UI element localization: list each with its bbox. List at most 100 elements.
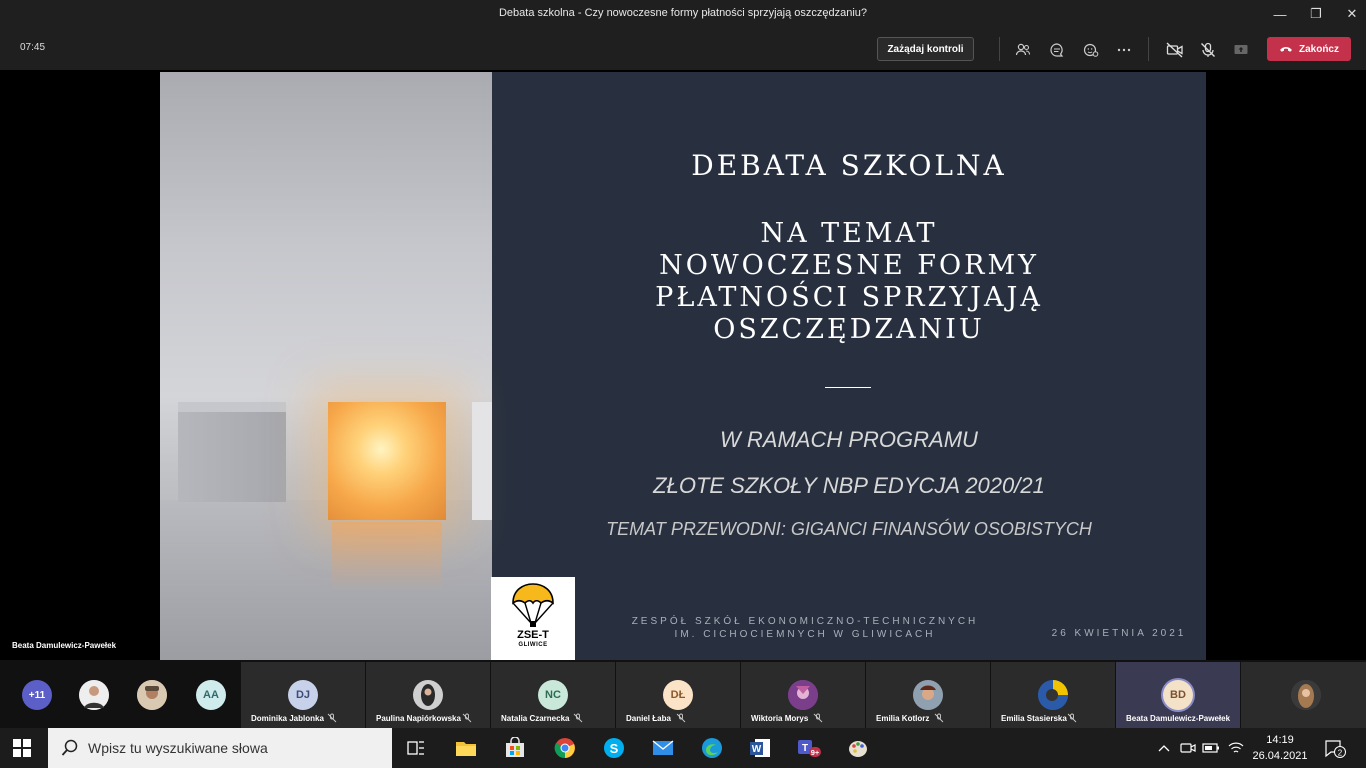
windows-start-icon[interactable] [13, 739, 31, 757]
reactions-icon[interactable] [1081, 40, 1101, 60]
phone-hangup-icon [1279, 47, 1292, 52]
mic-muted-icon [1067, 713, 1077, 723]
participants-icon[interactable] [1013, 40, 1033, 60]
slide-date: 26 KWIETNIA 2021 [1051, 628, 1187, 639]
participant-avatar [1291, 680, 1321, 710]
self-video-tile[interactable] [1241, 662, 1366, 728]
chrome-icon[interactable] [553, 736, 577, 760]
slide-title: DEBATA SZKOLNA [691, 149, 1007, 182]
minimize-button[interactable]: — [1266, 0, 1294, 28]
presentation-slide: ZSE-T GLIWICE DEBATA SZKOLNA NA TEMAT NO… [160, 72, 1206, 660]
parachute-icon [512, 583, 554, 627]
theme-line: TEMAT PRZEWODNI: GIGANCI FINANSÓW OSOBIS… [606, 519, 1092, 539]
mic-off-icon[interactable] [1198, 40, 1218, 60]
maximize-button[interactable]: ❐ [1302, 0, 1330, 28]
more-participants-badge[interactable]: +11 [22, 680, 52, 710]
participant-avatar[interactable] [137, 680, 167, 710]
edge-icon[interactable] [700, 736, 724, 760]
participant-name: Beata Damulewicz-Pawełek [1126, 714, 1231, 723]
windows-taskbar: Wpisz tu wyszukiwane słowa S W T 9+ 14:1… [0, 728, 1366, 768]
taskbar-search-box[interactable]: Wpisz tu wyszukiwane słowa [48, 728, 392, 768]
mic-muted-icon [813, 713, 823, 723]
mic-muted-icon [327, 713, 337, 723]
participant-tile[interactable]: Emilia Kotlorz [866, 662, 990, 728]
participant-tile-active[interactable]: BD Beata Damulewicz-Pawełek [1116, 662, 1240, 728]
topic-line: NA TEMAT [760, 218, 938, 249]
close-button[interactable]: ✕ [1338, 0, 1366, 28]
presenter-name: Beata Damulewicz-Pawełek [12, 641, 117, 650]
svg-text:W: W [752, 744, 762, 755]
word-icon[interactable]: W [748, 736, 772, 760]
participant-name: Emilia Stasierska [1001, 714, 1067, 723]
svg-text:T: T [802, 743, 808, 754]
toolbar-divider [999, 37, 1000, 61]
slide-divider [825, 387, 871, 388]
participant-avatar [913, 680, 943, 710]
window-title: Debata szkolna - Czy nowoczesne formy pł… [498, 7, 868, 19]
mail-icon[interactable] [651, 736, 675, 760]
school-logo: ZSE-T GLIWICE [491, 577, 575, 660]
topic-line: NOWOCZESNE FORMY [659, 250, 1039, 281]
mic-muted-icon [934, 713, 944, 723]
clock-date: 26.04.2021 [1252, 750, 1308, 762]
paint-icon[interactable] [846, 736, 870, 760]
shared-content-stage: ZSE-T GLIWICE DEBATA SZKOLNA NA TEMAT NO… [0, 70, 1366, 660]
teams-badge: 9+ [811, 748, 820, 757]
camera-off-icon[interactable] [1165, 40, 1185, 60]
participant-avatar: DŁ [663, 680, 693, 710]
clock-time: 14:19 [1266, 734, 1294, 746]
participant-avatar [1038, 680, 1068, 710]
participant-tile[interactable]: DJ Dominika Jablonka [241, 662, 365, 728]
notification-center-icon[interactable]: 2 [1324, 739, 1346, 764]
notification-count: 2 [1338, 749, 1343, 758]
participant-name: Emilia Kotlorz [876, 714, 930, 723]
mic-muted-icon [573, 713, 583, 723]
more-options-icon[interactable] [1114, 40, 1134, 60]
participant-avatar: NC [538, 680, 568, 710]
skype-icon[interactable]: S [602, 736, 626, 760]
participants-strip: +11 AA DJ Dominika Jablonka Paulina Napi… [0, 660, 1366, 728]
search-icon [61, 739, 78, 756]
participant-tile[interactable]: Wiktoria Morys [741, 662, 865, 728]
participant-name: Dominika Jablonka [251, 714, 324, 723]
title-bar: Debata szkolna - Czy nowoczesne formy pł… [0, 0, 1366, 28]
glowing-cube-image [328, 402, 446, 520]
chevron-up-icon[interactable] [1152, 736, 1176, 760]
svg-text:S: S [610, 741, 619, 756]
topic-line: PŁATNOŚCI SPRZYJAJĄ [655, 282, 1043, 313]
end-call-button[interactable]: Zakończ [1267, 37, 1351, 61]
participant-name: Paulina Napiórkowska [376, 714, 461, 723]
grey-cube-image [178, 402, 286, 502]
mic-muted-icon [462, 713, 472, 723]
participant-avatar: DJ [288, 680, 318, 710]
participant-avatar[interactable]: AA [196, 680, 226, 710]
toolbar-divider [1148, 37, 1149, 61]
participant-name: Daniel Łaba [626, 714, 671, 723]
logo-text: ZSE-T [517, 629, 549, 641]
meet-now-icon[interactable] [1176, 736, 1200, 760]
file-explorer-icon[interactable] [454, 736, 478, 760]
logo-subtext: GLIWICE [518, 642, 548, 648]
participant-avatar: BD [1163, 680, 1193, 710]
wifi-icon[interactable] [1224, 736, 1248, 760]
search-placeholder: Wpisz tu wyszukiwane słowa [88, 740, 268, 756]
participant-tile[interactable]: DŁ Daniel Łaba [616, 662, 740, 728]
battery-icon[interactable] [1199, 736, 1223, 760]
participant-tile[interactable]: Paulina Napiórkowska [366, 662, 490, 728]
participant-avatar[interactable] [79, 680, 109, 710]
mic-muted-icon [676, 713, 686, 723]
taskbar-clock[interactable]: 14:19 26.04.2021 [1252, 732, 1308, 764]
chat-icon[interactable] [1047, 40, 1067, 60]
topic-line: OSZCZĘDZANIU [713, 314, 985, 345]
teams-icon[interactable]: T 9+ [797, 736, 821, 760]
task-view-icon[interactable] [404, 736, 428, 760]
participant-tile[interactable]: Emilia Stasierska [991, 662, 1115, 728]
participant-tile[interactable]: NC Natalia Czarnecka [491, 662, 615, 728]
slide-photo [160, 72, 492, 660]
share-screen-icon[interactable] [1231, 40, 1251, 60]
end-call-label: Zakończ [1298, 43, 1339, 55]
store-icon[interactable] [503, 736, 527, 760]
program-line-2: ZŁOTE SZKOŁY NBP EDYCJA 2020/21 [653, 473, 1045, 498]
request-control-button[interactable]: Zażądaj kontroli [877, 37, 974, 61]
meeting-timer: 07:45 [20, 42, 46, 53]
